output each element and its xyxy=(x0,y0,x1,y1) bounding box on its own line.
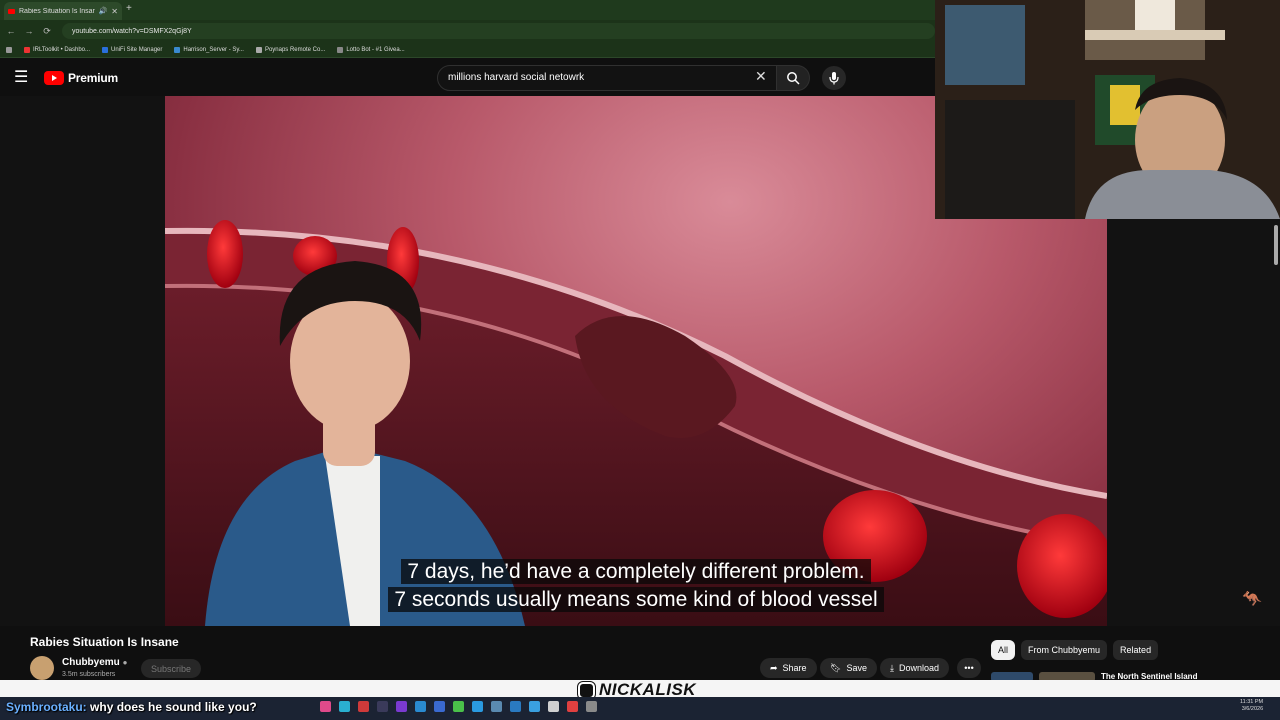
search-icon xyxy=(787,72,800,85)
bookmark-item[interactable]: Poynaps Remote Co... xyxy=(255,46,325,53)
download-button[interactable]: ⤓ Download xyxy=(880,658,950,678)
taskbar-icons xyxy=(320,701,597,712)
video-title: Rabies Situation Is Insane xyxy=(30,635,179,649)
bookmarks-bar: IRLToolkit • Dashbo... UniFi Site Manage… xyxy=(0,42,935,58)
chat-text: why does he sound like you? xyxy=(90,700,257,714)
caption-line-2: 7 seconds usually means some kind of blo… xyxy=(165,587,1107,612)
taskbar-app-icon[interactable] xyxy=(472,701,483,712)
taskbar-app-icon[interactable] xyxy=(548,701,559,712)
youtube-favicon-icon xyxy=(8,8,15,14)
voice-search-button[interactable] xyxy=(822,66,846,90)
taskbar-app-icon[interactable] xyxy=(415,701,426,712)
taskbar-app-icon[interactable] xyxy=(358,701,369,712)
bookmark-icon xyxy=(255,46,262,53)
apps-icon[interactable] xyxy=(6,46,12,53)
microphone-icon xyxy=(829,72,839,85)
new-tab-button[interactable]: + xyxy=(126,3,132,14)
address-bar-row: ← → ⟳ youtube.com/watch?v=DSMFX2qGj8Y xyxy=(0,20,935,42)
bookmark-item[interactable]: Lotto Bot - #1 Givea... xyxy=(337,46,405,53)
more-actions-button[interactable]: ••• xyxy=(957,658,981,678)
search-button[interactable] xyxy=(776,65,810,91)
url-field[interactable]: youtube.com/watch?v=DSMFX2qGj8Y xyxy=(62,23,935,39)
taskbar-app-icon[interactable] xyxy=(339,701,350,712)
tab-title: Rabies Situation Is Insane xyxy=(19,7,95,15)
search-input[interactable]: millions harvard social netowrk xyxy=(437,65,777,91)
browser-tab-bar xyxy=(0,0,935,20)
save-button[interactable]: 🔖︎ Save xyxy=(820,658,877,678)
youtube-logo[interactable]: Premium xyxy=(44,71,118,85)
taskbar-app-icon[interactable] xyxy=(396,701,407,712)
bookmark-item[interactable]: UniFi Site Manager xyxy=(102,46,162,53)
bookmark-icon xyxy=(337,46,344,53)
caption-line-1: 7 days, he’d have a completely different… xyxy=(165,559,1107,584)
share-icon: ➦ xyxy=(770,662,778,673)
page-background-right: 🦘 xyxy=(1107,219,1280,626)
audio-icon[interactable]: 🔊 xyxy=(99,7,108,15)
instagram-icon xyxy=(578,681,595,699)
download-icon: ⤓ xyxy=(890,662,894,673)
channel-avatar[interactable] xyxy=(30,656,54,680)
chat-message: Symbrootaku: why does he sound like you? xyxy=(6,700,257,714)
bookmark-icon xyxy=(174,46,181,53)
scrollbar-thumb[interactable] xyxy=(1274,225,1278,265)
clear-search-icon[interactable]: ✕ xyxy=(755,68,767,85)
subscribe-button[interactable]: Subscribe xyxy=(141,659,201,678)
webcam-overlay xyxy=(935,0,1280,219)
taskbar-app-icon[interactable] xyxy=(453,701,464,712)
chat-username: Symbrootaku: xyxy=(6,700,87,714)
streamer-mascot-icon: 🦘 xyxy=(1242,591,1262,608)
taskbar-app-icon[interactable] xyxy=(320,701,331,712)
page-background-left xyxy=(0,96,165,626)
forward-icon[interactable]: → xyxy=(22,26,36,36)
reload-icon[interactable]: ⟳ xyxy=(40,26,54,37)
taskbar-app-icon[interactable] xyxy=(567,701,578,712)
share-button[interactable]: ➦ Share xyxy=(760,658,817,678)
taskbar-app-icon[interactable] xyxy=(491,701,502,712)
verified-icon: ● xyxy=(122,658,128,667)
taskbar-app-icon[interactable] xyxy=(377,701,388,712)
related-filter-chips: All From Chubbyemu Related xyxy=(991,640,1159,660)
taskbar-app-icon[interactable] xyxy=(510,701,521,712)
bookmark-icon xyxy=(24,46,30,53)
back-icon[interactable]: ← xyxy=(4,26,18,36)
channel-name[interactable]: Chubbyemu ● xyxy=(62,657,127,668)
hamburger-menu-icon[interactable]: ☰ xyxy=(14,70,28,86)
chip-all[interactable]: All xyxy=(991,640,1016,660)
browser-tab[interactable]: Rabies Situation Is Insane 🔊 ✕ xyxy=(4,2,122,20)
bookmark-item[interactable]: IRLToolkit • Dashbo... xyxy=(24,46,90,53)
youtube-play-icon xyxy=(44,71,64,85)
bookmark-item[interactable]: Harrison_Server - Sy... xyxy=(174,46,244,53)
webcam-feed xyxy=(935,0,1280,219)
taskbar-clock[interactable]: 11:31 PM 3/6/2026 xyxy=(1240,699,1263,713)
subscriber-count: 3.5m subscribers xyxy=(62,671,116,678)
chip-related[interactable]: Related xyxy=(1113,640,1159,660)
close-tab-icon[interactable]: ✕ xyxy=(111,7,118,16)
taskbar-app-icon[interactable] xyxy=(434,701,445,712)
taskbar-app-icon[interactable] xyxy=(586,701,597,712)
more-icon: ••• xyxy=(964,663,974,673)
bookmark-icon: 🔖︎ xyxy=(830,662,842,673)
taskbar-app-icon[interactable] xyxy=(529,701,540,712)
bookmark-icon xyxy=(102,46,109,53)
chip-from-channel[interactable]: From Chubbyemu xyxy=(1021,640,1108,660)
